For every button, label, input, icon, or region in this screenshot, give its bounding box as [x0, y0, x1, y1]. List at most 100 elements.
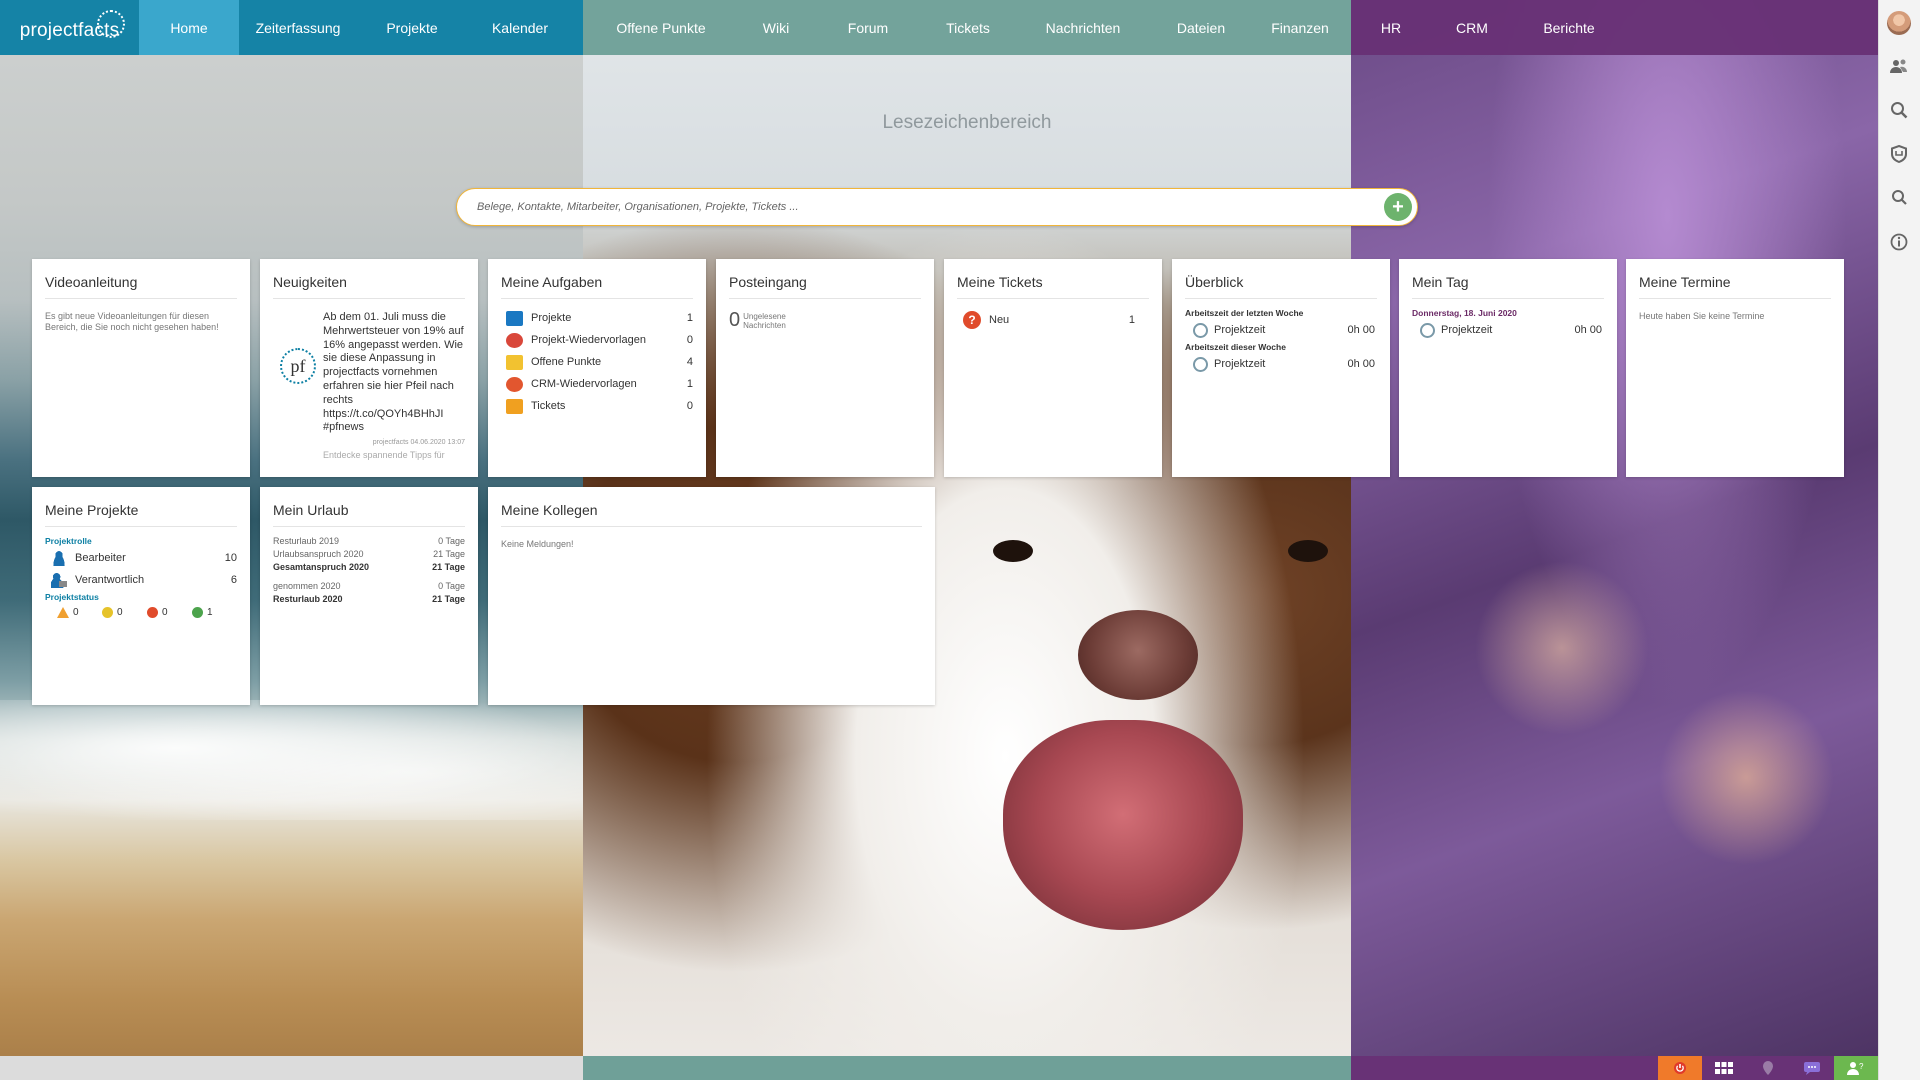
status-red[interactable]: 0: [147, 607, 192, 618]
vacation-row: Urlaubsanspruch 2020 21 Tage: [273, 549, 465, 559]
nav-group-teal: Offene Punkte Wiki Forum Tickets Nachric…: [583, 0, 1351, 55]
global-search: +: [456, 188, 1418, 226]
day-row[interactable]: Projektzeit 0h 00: [1412, 319, 1604, 341]
nav-zeiterfassung[interactable]: Zeiterfassung: [239, 0, 357, 55]
widget-title: Meine Aufgaben: [501, 259, 693, 299]
inbox-label-2: Nachrichten: [743, 320, 786, 330]
nav-tickets[interactable]: Tickets: [923, 0, 1013, 55]
vacation-row: genommen 2020 0 Tage: [273, 581, 465, 591]
inbox-count: 0: [729, 309, 741, 331]
vacation-row: Resturlaub 2019 0 Tage: [273, 536, 465, 546]
users-icon[interactable]: [1878, 44, 1920, 88]
day-date: Donnerstag, 18. Juni 2020: [1412, 308, 1517, 318]
pin-icon[interactable]: [1746, 1056, 1790, 1080]
chat-bubble-icon: [506, 376, 523, 392]
gear-icon: [506, 332, 523, 348]
role-row-bearbeiter[interactable]: Bearbeiter 10: [45, 547, 237, 569]
nav-home[interactable]: Home: [139, 0, 239, 55]
role-row-verantwortlich[interactable]: Verantwortlich 6: [45, 569, 237, 591]
grid-icon[interactable]: [1702, 1056, 1746, 1080]
nav-berichte[interactable]: Berichte: [1513, 0, 1625, 55]
widget-tasks: Meine Aufgaben Projekte 1 Projekt-Wiederv…: [488, 259, 706, 477]
logo-dots-icon: [97, 10, 125, 38]
person-icon: [51, 550, 67, 566]
clock-icon: [1193, 322, 1208, 338]
widget-title: Meine Kollegen: [501, 487, 922, 527]
top-navigation: projectfacts Home Zeiterfassung Projekte…: [0, 0, 1878, 55]
widget-vacation: Mein Urlaub Resturlaub 2019 0 Tage Urlaub…: [260, 487, 478, 705]
sidebar-icons: [1878, 0, 1920, 264]
nav-group-purple: HR CRM Berichte: [1351, 0, 1878, 55]
info-icon[interactable]: [1878, 220, 1920, 264]
task-row-crm-wiedervorlagen[interactable]: CRM-Wiedervorlagen 1: [501, 373, 693, 395]
nav-hr[interactable]: HR: [1351, 0, 1431, 55]
help-user-icon[interactable]: ?: [1834, 1056, 1878, 1080]
task-row-projekt-wiedervorlagen[interactable]: Projekt-Wiedervorlagen 0: [501, 329, 693, 351]
question-icon: ?: [963, 311, 981, 329]
overview-last-week-label: Arbeitszeit der letzten Woche: [1185, 308, 1304, 318]
widget-title: Meine Termine: [1639, 259, 1831, 299]
nav-group-blue: projectfacts Home Zeiterfassung Projekte…: [0, 0, 583, 55]
nav-forum[interactable]: Forum: [813, 0, 923, 55]
bottom-bar: ?: [0, 1056, 1878, 1080]
overview-this-week-row[interactable]: Projektzeit 0h 00: [1185, 353, 1377, 375]
status-yellow[interactable]: 0: [102, 607, 147, 618]
svg-text:?: ?: [1859, 1062, 1864, 1071]
task-row-projekte[interactable]: Projekte 1: [501, 307, 693, 329]
colleagues-text: Keine Meldungen!: [501, 539, 574, 549]
yellow-dot-icon: [102, 607, 113, 618]
search-input[interactable]: [457, 201, 1384, 213]
inbox-label-1: Ungelesene: [743, 311, 786, 321]
ticket-icon: [506, 398, 523, 414]
status-green[interactable]: 1: [192, 607, 237, 618]
magnifier-icon[interactable]: [1878, 176, 1920, 220]
nav-wiki[interactable]: Wiki: [739, 0, 813, 55]
chat-icon[interactable]: [1790, 1056, 1834, 1080]
shield-icon[interactable]: [1878, 132, 1920, 176]
background-lavender: [1351, 0, 1878, 1080]
widget-my-day: Mein Tag Donnerstag, 18. Juni 2020 Proje…: [1399, 259, 1617, 477]
task-row-offene-punkte[interactable]: Offene Punkte 4: [501, 351, 693, 373]
nav-crm[interactable]: CRM: [1431, 0, 1513, 55]
search-icon[interactable]: [1878, 88, 1920, 132]
app-logo[interactable]: projectfacts: [0, 0, 139, 55]
news-text[interactable]: Ab dem 01. Juli muss die Mehrwertsteuer …: [323, 311, 465, 435]
widget-title: Posteingang: [729, 259, 921, 299]
overview-this-week-label: Arbeitszeit dieser Woche: [1185, 342, 1286, 352]
folder-icon: [506, 310, 523, 326]
widget-inbox: Posteingang 0 Ungelesene Nachrichten: [716, 259, 934, 477]
news-next[interactable]: Entdecke spannende Tipps für: [323, 450, 465, 460]
nav-finanzen[interactable]: Finanzen: [1249, 0, 1351, 55]
manager-icon: [51, 572, 67, 588]
widget-tickets: Meine Tickets ? Neu 1: [944, 259, 1162, 477]
green-dot-icon: [192, 607, 203, 618]
bookmark-area-label[interactable]: Lesezeichenbereich: [583, 112, 1351, 134]
warning-icon: [57, 607, 69, 618]
project-status-row: 0 0 0 1: [45, 607, 237, 618]
nav-kalender[interactable]: Kalender: [467, 0, 573, 55]
task-row-tickets[interactable]: Tickets 0: [501, 395, 693, 417]
widget-title: Mein Urlaub: [273, 487, 465, 527]
widget-video: Videoanleitung Es gibt neue Videoanleitu…: [32, 259, 250, 477]
widget-title: Überblick: [1185, 259, 1377, 299]
widget-appointments: Meine Termine Heute haben Sie keine Term…: [1626, 259, 1844, 477]
red-dot-icon: [147, 607, 158, 618]
nav-projekte[interactable]: Projekte: [357, 0, 467, 55]
inbox-unread[interactable]: 0 Ungelesene Nachrichten: [729, 299, 921, 332]
vacation-row: Gesamtanspruch 2020 21 Tage: [273, 562, 465, 572]
project-status-label: Projektstatus: [45, 592, 99, 602]
nav-offene-punkte[interactable]: Offene Punkte: [583, 0, 739, 55]
overview-last-week-row[interactable]: Projektzeit 0h 00: [1185, 319, 1377, 341]
widget-title: Neuigkeiten: [273, 259, 465, 299]
nav-dateien[interactable]: Dateien: [1153, 0, 1249, 55]
ticket-row-new[interactable]: ? Neu 1: [957, 309, 1149, 331]
project-role-label: Projektrolle: [45, 536, 92, 546]
power-icon[interactable]: [1658, 1056, 1702, 1080]
user-avatar[interactable]: [1878, 0, 1920, 44]
status-warning[interactable]: 0: [57, 607, 102, 618]
nav-nachrichten[interactable]: Nachrichten: [1013, 0, 1153, 55]
video-text[interactable]: Es gibt neue Videoanleitungen für diesen…: [45, 311, 237, 333]
widget-title: Meine Tickets: [957, 259, 1149, 299]
news-meta: projectfacts 04.06.2020 13:07: [372, 439, 465, 447]
add-button[interactable]: +: [1384, 193, 1412, 221]
